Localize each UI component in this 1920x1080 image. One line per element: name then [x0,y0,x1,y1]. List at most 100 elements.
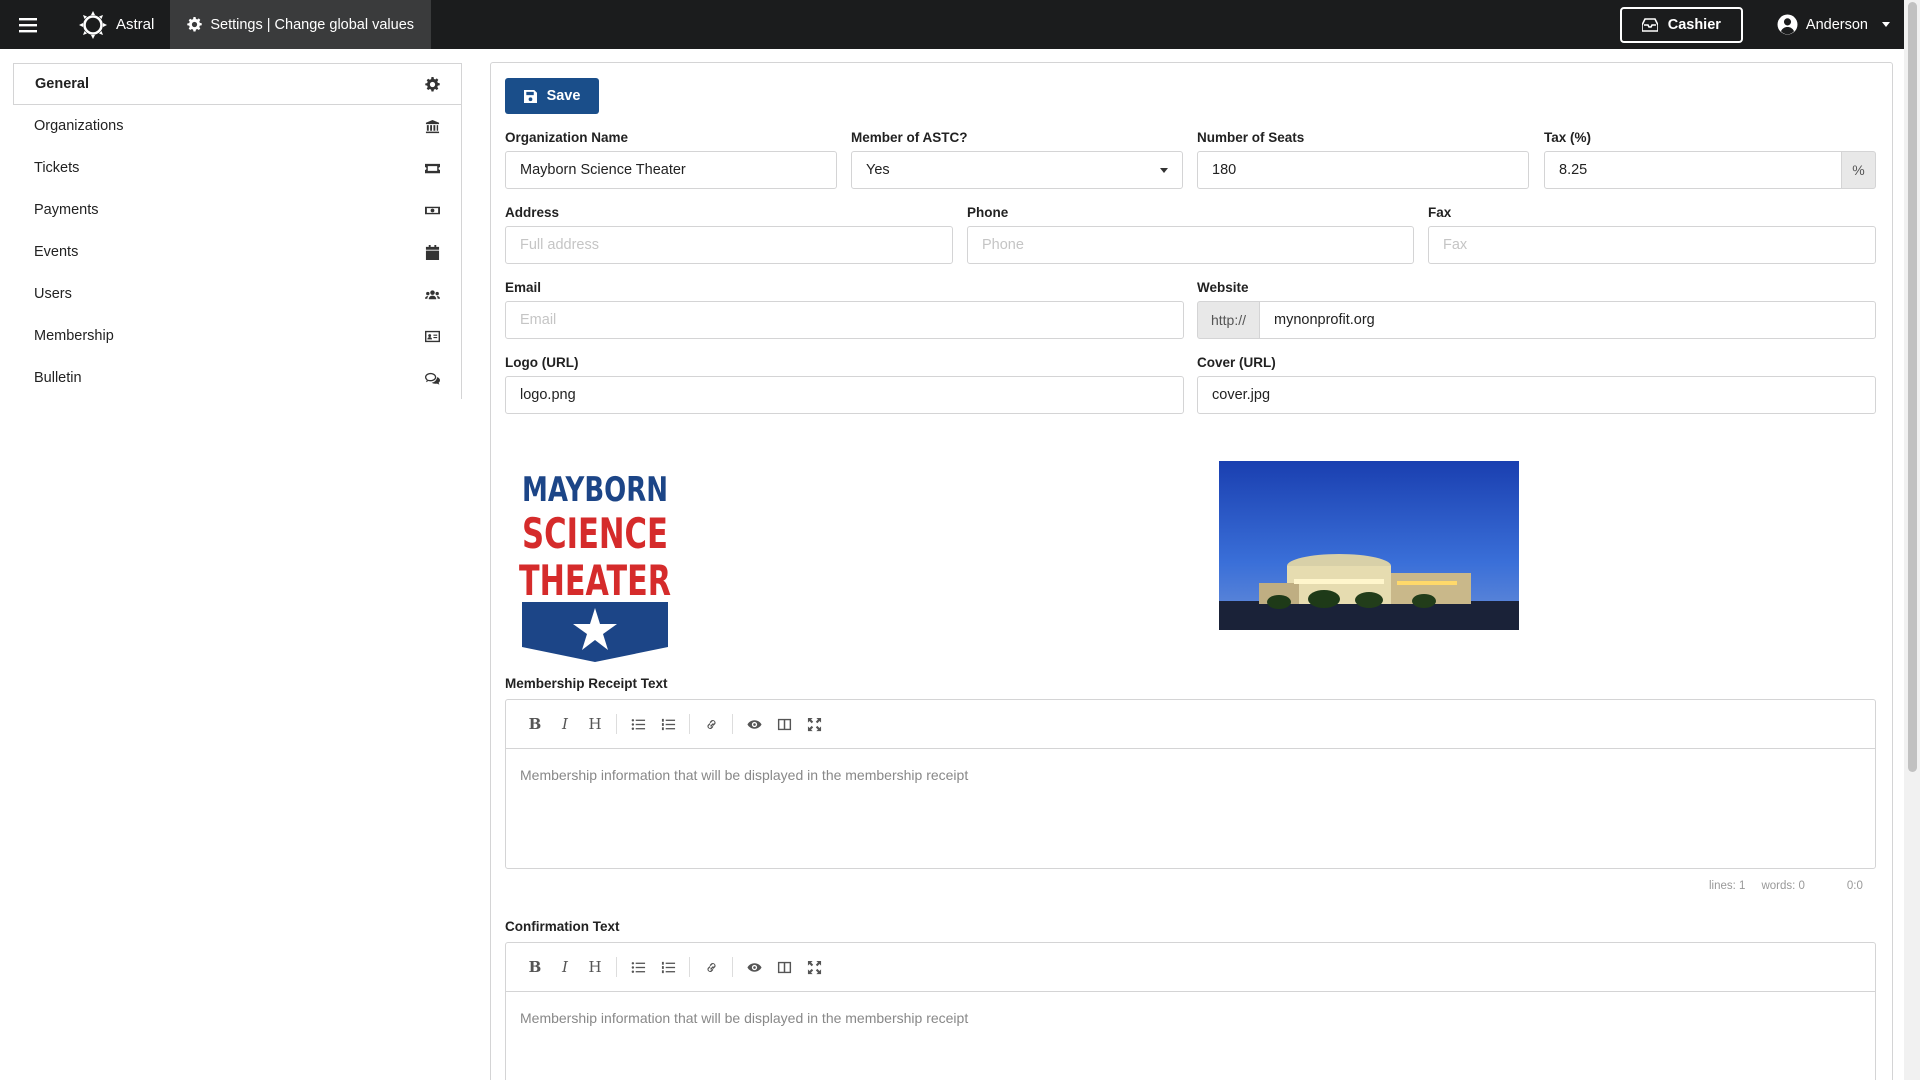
expand-icon [807,717,821,731]
side-by-side-button[interactable] [769,709,799,739]
user-name: Anderson [1805,16,1868,33]
top-bar: Astral Settings | Change global values C… [0,0,1920,49]
columns-icon [777,718,791,730]
bold-button[interactable]: B [520,709,550,739]
fullscreen-button[interactable] [799,952,829,982]
cashier-label: Cashier [1667,16,1721,33]
floppy-disk-icon [523,89,537,103]
list-ul-icon [631,718,645,730]
heading-button[interactable]: H [580,952,610,982]
toolbar-divider [732,714,733,734]
heading-button[interactable]: H [580,709,610,739]
sidebar-item-organizations[interactable]: Organizations [13,105,461,147]
membership-receipt-editor[interactable]: B I H Membership information that will b… [505,699,1876,869]
toolbar-divider [732,957,733,977]
preview-button[interactable] [739,709,769,739]
seats-input[interactable] [1197,151,1529,189]
link-button[interactable] [696,709,726,739]
membership-receipt-label: Membership Receipt Text [505,676,668,691]
editor-content: Membership information that will be disp… [520,1010,969,1026]
sidebar-item-membership[interactable]: Membership [13,315,461,357]
seats-label: Number of Seats [1197,130,1305,145]
italic-button[interactable]: I [550,709,580,739]
scrollbar-thumb[interactable] [1908,2,1917,772]
list-ol-icon [661,961,675,973]
logo-url-input[interactable] [505,376,1184,414]
astc-label: Member of ASTC? [851,130,968,145]
editor-statusbar: lines: 1 words: 0 0:0 [1709,880,1863,892]
eye-icon [746,962,762,972]
sidebar-item-label: Payments [34,202,99,218]
menu-toggle-button[interactable] [0,0,56,49]
website-input[interactable] [1259,301,1876,339]
logo-url-label: Logo (URL) [505,355,579,370]
percent-addon: % [1841,151,1876,189]
sidebar-item-label: Events [34,244,79,260]
cashier-button[interactable]: Cashier [1619,6,1743,43]
sun-logo-icon [79,10,107,39]
confirmation-label: Confirmation Text [505,919,620,934]
fax-label: Fax [1428,205,1452,220]
money-icon [425,206,440,214]
organization-logo-image: MAYBORN SCIENCE THEATER [519,470,671,662]
comments-icon [425,372,440,385]
phone-input[interactable] [967,226,1414,264]
app-brand[interactable]: Astral [56,0,170,49]
cover-url-input[interactable] [1197,376,1876,414]
hamburger-icon [19,17,37,32]
sidebar-item-users[interactable]: Users [13,273,461,315]
list-ul-icon [631,961,645,973]
email-input[interactable] [505,301,1184,339]
fullscreen-button[interactable] [799,709,829,739]
sidebar-item-label: General [35,76,89,92]
website-prefix-addon: http:// [1197,301,1260,339]
expand-icon [807,960,821,974]
logo-text-line-2: SCIENCE [522,509,668,558]
word-count: words: 0 [1761,880,1805,892]
app-name: Astral [116,16,155,33]
toolbar-divider [689,714,690,734]
fax-input[interactable] [1428,226,1876,264]
numbered-list-button[interactable] [653,952,683,982]
preview-button[interactable] [739,952,769,982]
cover-url-label: Cover (URL) [1197,355,1276,370]
side-by-side-button[interactable] [769,952,799,982]
save-button[interactable]: Save [505,78,599,114]
calendar-icon [425,244,440,260]
chevron-down-icon [1882,22,1890,27]
settings-panel [490,62,1893,1080]
confirmation-editor[interactable]: B I H Membership information that will b… [505,942,1876,1080]
toolbar-divider [616,957,617,977]
ticket-icon [425,163,440,173]
link-button[interactable] [696,952,726,982]
users-icon [425,289,440,299]
tax-input[interactable] [1544,151,1842,189]
logo-text-line-1: MAYBORN [522,470,668,510]
bullet-list-button[interactable] [623,709,653,739]
sidebar-item-bulletin[interactable]: Bulletin [13,357,461,399]
sidebar-item-label: Tickets [34,160,80,176]
bullet-list-button[interactable] [623,952,653,982]
sidebar-item-events[interactable]: Events [13,231,461,273]
user-menu[interactable]: Anderson [1777,14,1890,35]
astc-select[interactable]: Yes [851,151,1183,189]
sidebar-item-general[interactable]: General [13,63,461,105]
address-input[interactable] [505,226,953,264]
toolbar-divider [616,714,617,734]
cursor-position: 0:0 [1846,880,1863,892]
email-label: Email [505,280,542,295]
astc-value: Yes [866,162,890,178]
columns-icon [777,961,791,973]
address-label: Address [505,205,560,220]
page-scrollbar[interactable] [1904,0,1920,1080]
inbox-icon [1641,17,1658,32]
sidebar-item-tickets[interactable]: Tickets [13,147,461,189]
numbered-list-button[interactable] [653,709,683,739]
org-name-input[interactable] [505,151,837,189]
sidebar-item-payments[interactable]: Payments [13,189,461,231]
save-label: Save [546,88,581,104]
link-icon [706,719,716,729]
user-avatar-icon [1777,14,1798,35]
bold-button[interactable]: B [520,952,550,982]
italic-button[interactable]: I [550,952,580,982]
